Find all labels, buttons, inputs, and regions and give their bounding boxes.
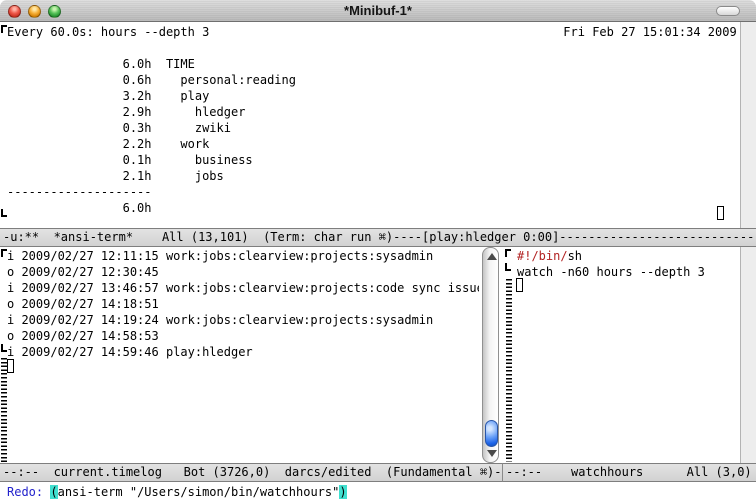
- inactive-cursor: [516, 278, 523, 292]
- timelog-scrollbar[interactable]: [479, 247, 503, 463]
- matched-open-paren: (: [50, 485, 57, 499]
- fringe-top-angle-icon: [505, 249, 511, 257]
- window-title: *Minibuf-1*: [0, 3, 756, 18]
- watchhours-pane[interactable]: #!/bin/sh watch -n60 hours --depth 3: [503, 247, 740, 463]
- fringe-empty-lines-icon: [1, 358, 7, 462]
- inactive-cursor: [717, 206, 724, 220]
- emacs-window: *Minibuf-1* Every 60.0s: hours --depth 3…: [0, 0, 756, 502]
- shebang-interpreter: sh: [568, 249, 582, 263]
- fringe-top-angle-icon: [1, 25, 7, 33]
- scroll-down-arrow-icon[interactable]: [487, 450, 497, 457]
- minibuffer-prompt: Redo:: [7, 485, 50, 499]
- minibuffer[interactable]: Redo: (ansi-term "/Users/simon/bin/watch…: [0, 482, 756, 502]
- minibuffer-command: ansi-term "/Users/simon/bin/watchhours": [58, 485, 340, 499]
- modeline-timelog[interactable]: --:-- current.timelog Bot (3726,0) darcs…: [0, 463, 503, 482]
- rollup-button[interactable]: [716, 6, 740, 16]
- scrollbar-thumb[interactable]: [485, 420, 498, 447]
- matched-close-paren: ): [339, 485, 346, 499]
- script-text[interactable]: #!/bin/sh watch -n60 hours --depth 3: [517, 248, 705, 280]
- fringe-bottom-angle-icon: [1, 209, 7, 217]
- shebang-comment: #!/bin/: [517, 249, 568, 263]
- ansi-term-pane[interactable]: Every 60.0s: hours --depth 3 Fri Feb 27 …: [0, 22, 756, 228]
- minibuffer-text[interactable]: Redo: (ansi-term "/Users/simon/bin/watch…: [7, 484, 347, 500]
- watchhours-scrollbar[interactable]: [740, 247, 756, 463]
- fringe-bottom-angle-icon: [1, 344, 7, 352]
- timelog-pane[interactable]: i 2009/02/27 12:11:15 work:jobs:clearvie…: [0, 247, 479, 463]
- ansi-term-scrollbar[interactable]: [740, 22, 756, 228]
- titlebar[interactable]: *Minibuf-1*: [0, 0, 756, 22]
- fringe-bottom-angle-icon: [505, 263, 511, 271]
- timelog-text[interactable]: i 2009/02/27 12:11:15 work:jobs:clearvie…: [7, 248, 479, 360]
- inactive-cursor: [7, 359, 14, 373]
- scroll-up-arrow-icon[interactable]: [487, 253, 497, 260]
- fringe-empty-lines-icon: [506, 279, 512, 462]
- scrollbar-track[interactable]: [482, 247, 499, 463]
- modeline-watchhours[interactable]: --:-- watchhours All (3,0): [503, 463, 756, 482]
- watch-output-text[interactable]: Every 60.0s: hours --depth 3 Fri Feb 27 …: [7, 24, 737, 216]
- script-command: watch -n60 hours --depth 3: [517, 265, 705, 279]
- fringe-top-angle-icon: [1, 249, 7, 257]
- modeline-ansi-term[interactable]: -u:** *ansi-term* All (13,101) (Term: ch…: [0, 228, 756, 247]
